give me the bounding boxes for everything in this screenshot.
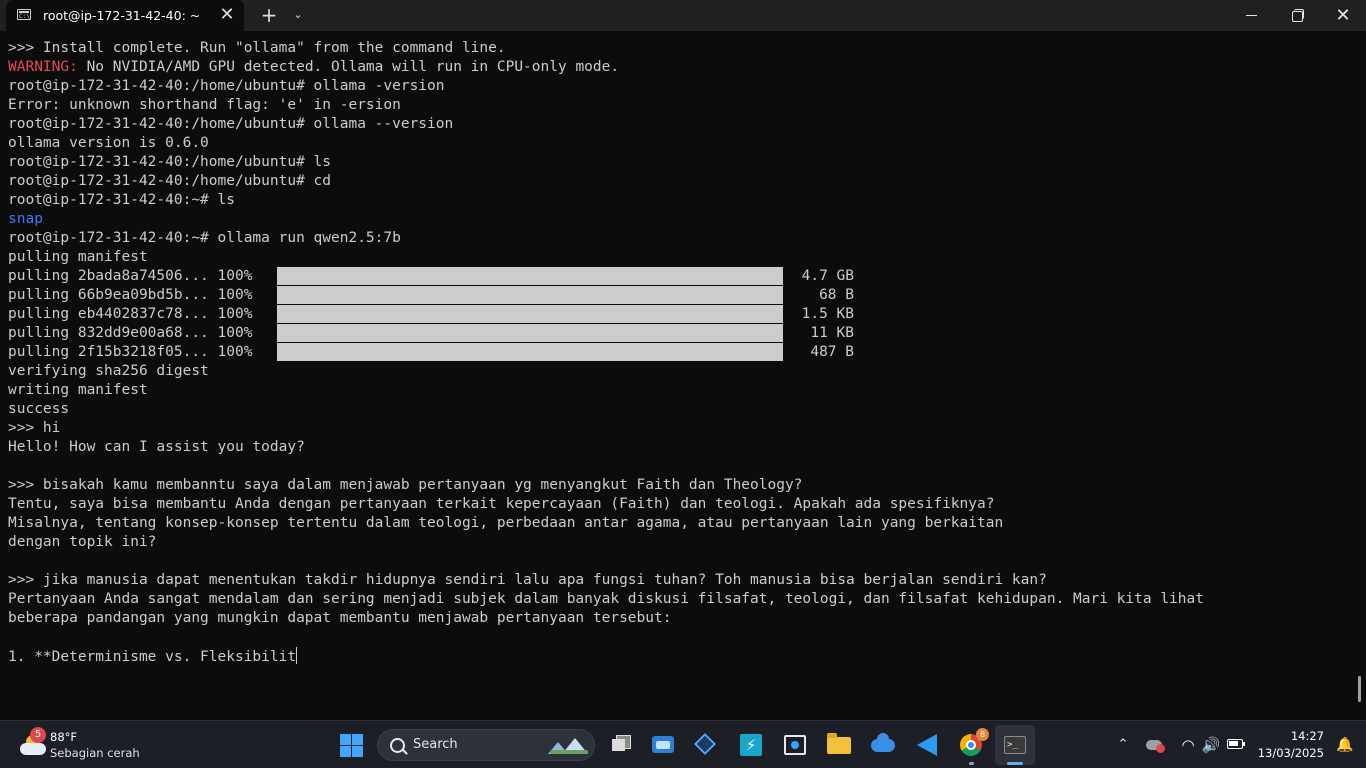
search-highlight-image [546, 734, 590, 756]
clock-time[interactable]: 14:27 [1260, 729, 1324, 743]
terminal-tab[interactable]: C:\ root@ip-172-31-42-40: ~ ✕ [6, 0, 244, 31]
terminal-tab-icon: C:\ [17, 9, 31, 20]
terminal-line: Pertanyaan Anda sangat mendalam dan seri… [8, 591, 1204, 607]
cloud-app-icon[interactable] [863, 725, 903, 765]
notification-bell-icon[interactable]: 🔔 [1336, 735, 1354, 755]
search-icon [390, 738, 405, 753]
new-tab-icon[interactable]: + [257, 3, 281, 27]
terminal-line: dengan topik ini? [8, 534, 157, 550]
photos-app-icon[interactable] [643, 725, 683, 765]
warning-message: No NVIDIA/AMD GPU detected. Ollama will … [77, 59, 620, 75]
battery-icon[interactable] [1227, 739, 1245, 749]
tab-dropdown-chevron-icon[interactable]: ⌄ [288, 3, 308, 27]
weather-badge: 5 [30, 727, 46, 743]
terminal-line-directory: snap [8, 211, 43, 227]
terminal-line: success [8, 401, 70, 417]
terminal-line-warning: WARNING: No NVIDIA/AMD GPU detected. Oll… [8, 58, 1204, 77]
terminal-line: Misalnya, tentang konsep-konsep tertentu… [8, 515, 1004, 531]
terminal-line: >>> jika manusia dapat menentukan takdir… [8, 572, 1047, 588]
pull-progress-bar [277, 343, 783, 361]
terminal-line: verifying sha256 digest [8, 363, 209, 379]
maximize-button[interactable] [1274, 0, 1320, 31]
weather-temperature: 88°F [50, 730, 77, 744]
vscode-icon[interactable] [907, 725, 947, 765]
terminal-line: >>> bisakah kamu membanntu saya dalam me… [8, 477, 803, 493]
scrollbar-thumb[interactable] [1358, 676, 1361, 702]
speaker-icon[interactable]: 🔊 [1201, 733, 1221, 757]
terminal-line: Hello! How can I assist you today? [8, 439, 305, 455]
terminal-line: root@ip-172-31-42-40:/home/ubuntu# ollam… [8, 78, 445, 94]
terminal-line: beberapa pandangan yang mungkin dapat me… [8, 610, 672, 626]
current-output: 1. **Determinisme vs. Fleksibilit [8, 649, 297, 665]
terminal-line: pulling manifest [8, 249, 148, 265]
warning-label: WARNING: [8, 59, 78, 75]
terminal-line: writing manifest [8, 382, 148, 398]
text-cursor [296, 647, 298, 664]
pull-size: 68 B [819, 287, 854, 303]
terminal-line: ollama version is 0.6.0 [8, 135, 209, 151]
terminal-line: root@ip-172-31-42-40:/home/ubuntu# cd [8, 173, 332, 189]
onedrive-error-icon[interactable] [1146, 736, 1166, 754]
terminal-line: Tentu, saya bisa membantu Anda dengan pe… [8, 496, 995, 512]
close-tab-icon[interactable]: ✕ [216, 3, 238, 27]
weather-description: Sebagian cerah [50, 746, 140, 760]
tab-title: root@ip-172-31-42-40: ~ [43, 8, 201, 23]
terminal-line: root@ip-172-31-42-40:/home/ubuntu# ollam… [8, 116, 454, 132]
file-explorer-icon[interactable] [819, 725, 859, 765]
pull-progress-bar [277, 267, 783, 285]
bolt-app-icon[interactable]: ⚡ [731, 725, 771, 765]
active-indicator [1007, 762, 1023, 765]
pull-size: 487 B [810, 344, 854, 360]
terminal-line: root@ip-172-31-42-40:/home/ubuntu# ls [8, 154, 332, 170]
taskbar-search[interactable]: Search [377, 729, 595, 761]
title-bar: C:\ root@ip-172-31-42-40: ~ ✕ + ⌄ ✕ [0, 0, 1366, 31]
close-window-button[interactable]: ✕ [1320, 0, 1366, 31]
running-indicator [969, 762, 974, 765]
chrome-icon[interactable]: 8 [951, 725, 991, 765]
snipping-tool-icon[interactable] [775, 725, 815, 765]
terminal-app-icon[interactable]: >_ [995, 725, 1035, 765]
chrome-badge: 8 [976, 728, 989, 741]
search-label: Search [413, 737, 458, 752]
virtualbox-icon[interactable] [686, 725, 726, 765]
terminal-line: >>> hi [8, 420, 61, 436]
terminal-line-current: 1. **Determinisme vs. Fleksibilit [8, 647, 1204, 666]
clock-date[interactable]: 13/03/2025 [1250, 746, 1324, 760]
terminal-line: Error: unknown shorthand flag: 'e' in -e… [8, 97, 401, 113]
show-hidden-icons-chevron-icon[interactable]: ⌃ [1113, 733, 1133, 757]
pull-progress-bar [277, 305, 783, 323]
minimize-button[interactable] [1228, 0, 1274, 31]
pull-progress-bar [277, 324, 783, 342]
pull-size: 1.5 KB [801, 306, 854, 322]
terminal-line: >>> Install complete. Run "ollama" from … [8, 40, 506, 56]
taskbar: 5 88°F Sebagian cerah Search ⚡ 8 >_ ⌃ ◠ … [0, 720, 1366, 768]
pull-size: 4.7 GB [801, 268, 854, 284]
pull-size: 11 KB [810, 325, 854, 341]
start-button[interactable] [331, 725, 371, 765]
task-view-icon[interactable] [600, 725, 640, 765]
pull-progress-bar [277, 286, 783, 304]
windows-logo-icon [340, 734, 351, 745]
weather-widget[interactable]: 5 88°F Sebagian cerah [14, 727, 174, 763]
terminal-line: root@ip-172-31-42-40:~# ollama run qwen2… [8, 230, 401, 246]
terminal-output[interactable]: >>> Install complete. Run "ollama" from … [0, 31, 1366, 720]
wifi-icon[interactable]: ◠ [1178, 733, 1198, 757]
terminal-line: root@ip-172-31-42-40:~# ls [8, 192, 235, 208]
